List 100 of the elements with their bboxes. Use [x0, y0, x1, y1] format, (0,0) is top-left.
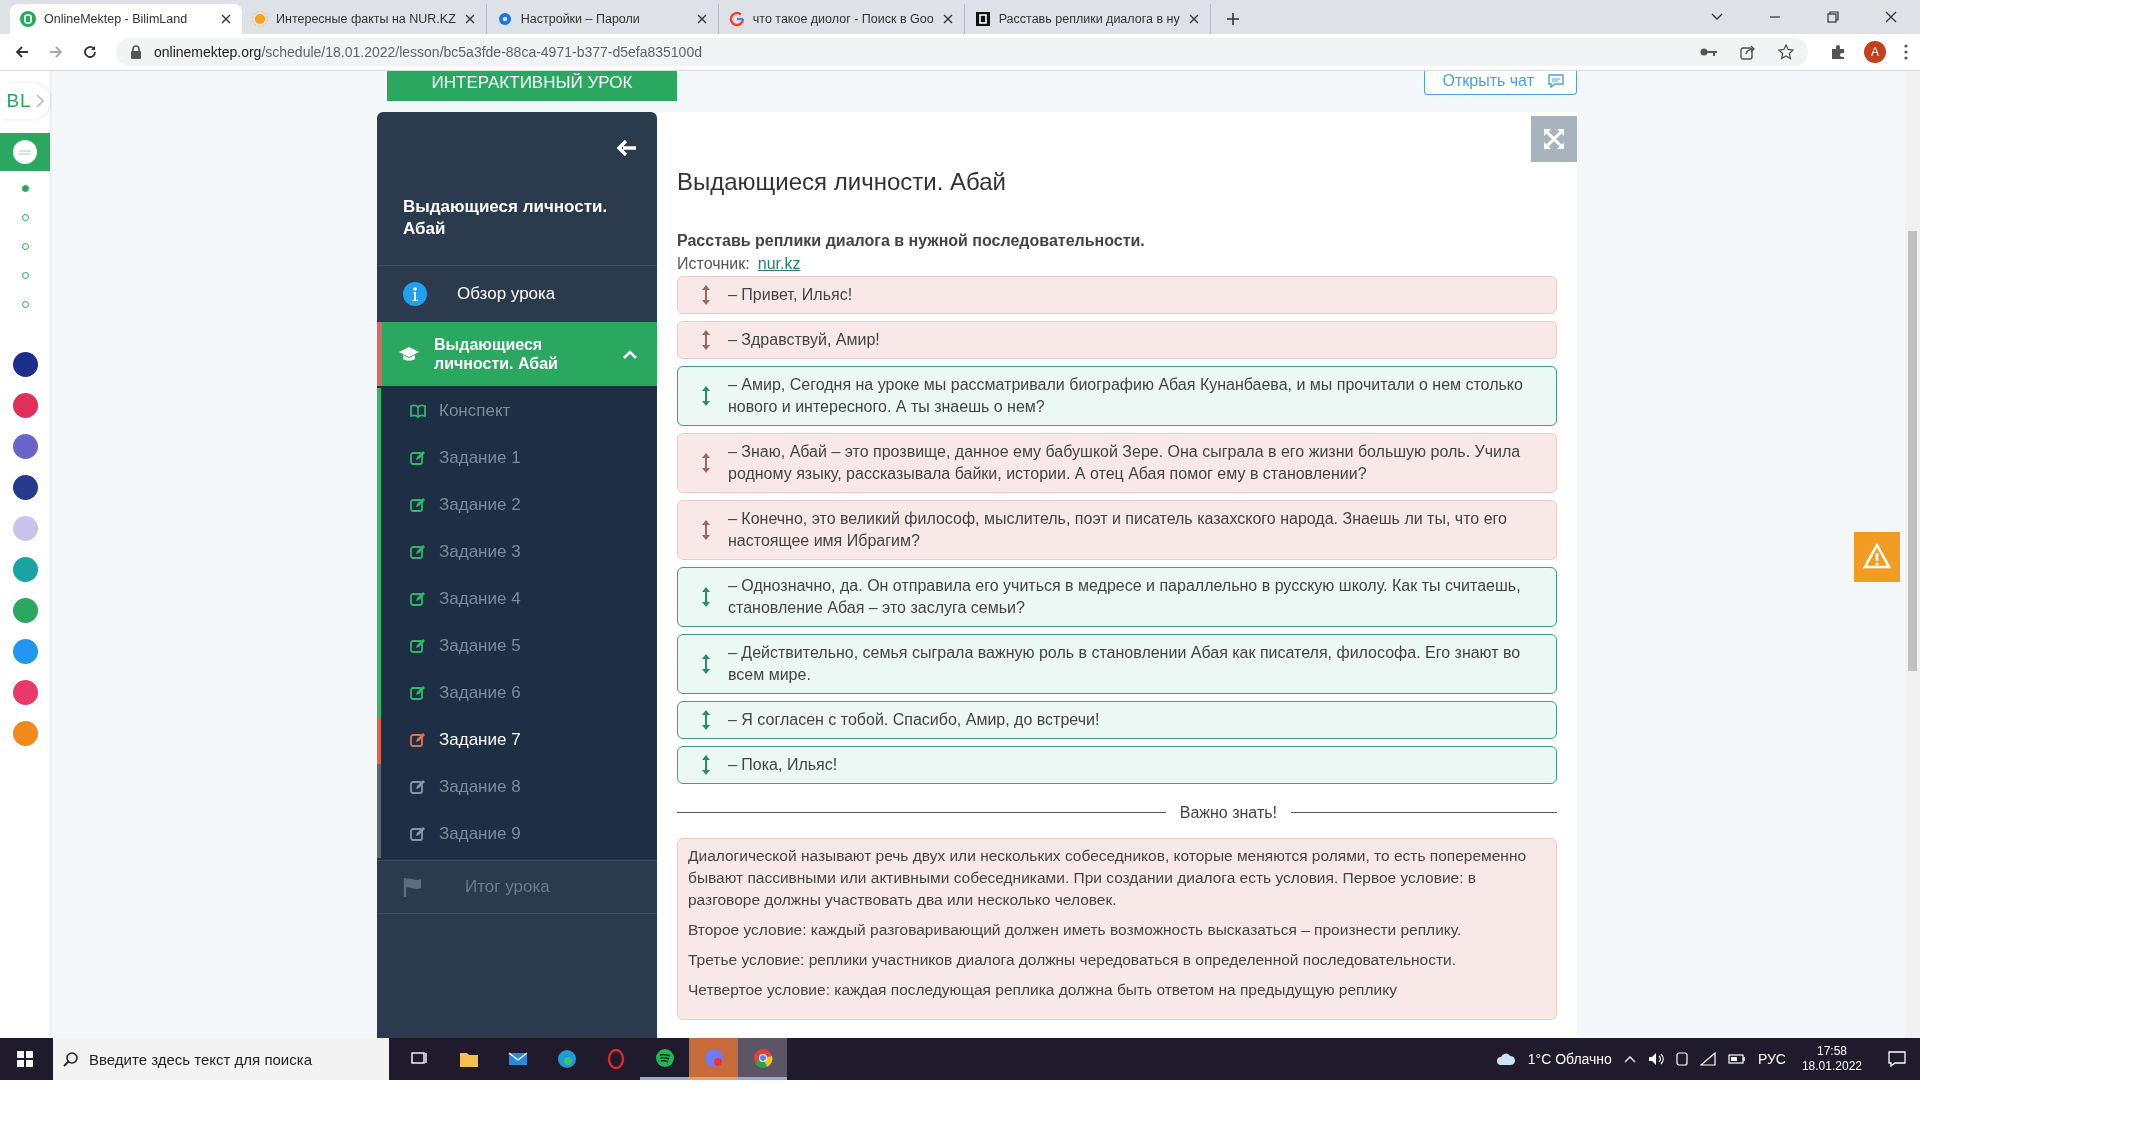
close-icon[interactable] — [1884, 10, 1898, 24]
edit-icon — [410, 685, 426, 702]
page-dot[interactable] — [21, 184, 29, 192]
tab-title: Интересные факты на NUR.KZ — [276, 12, 456, 26]
dialogue-reply[interactable]: – Действительно, семья сыграла важную роль в становлении Абая как писателя, философа. Его знают во всем мире. — [677, 633, 1557, 694]
edit-icon — [410, 638, 426, 655]
info-icon — [403, 281, 427, 306]
edit-icon — [410, 732, 426, 749]
chrome-icon — [752, 1047, 773, 1068]
divider-label: Важно знать! — [1179, 803, 1277, 822]
share-icon[interactable] — [1740, 44, 1756, 60]
app-icon[interactable] — [12, 433, 38, 459]
drag-arrows-icon — [702, 385, 710, 406]
lock-icon — [130, 45, 142, 59]
star-icon[interactable] — [1778, 44, 1794, 60]
weather-text: 1°C Облачно — [1527, 1051, 1612, 1067]
info-paragraph: Диалогической называют речь двух или нескольких собеседников, которые меняются ролями, то есть попеременно бывают пассивными или активными собеседниками. При создании диалога есть условия. Первое условие: в разговоре должны участвовать два или несколько человек. — [688, 845, 1528, 910]
chat-icon — [1548, 74, 1564, 89]
address-field[interactable]: onlinemektep.org/schedule/18.01.2022/lesson/bc5a3fde-88ca-4971-b377-d5efa835100d — [116, 38, 1808, 66]
info-paragraph: Третье условие: реплики участников диалога должны чередоваться в определенной последовательности. — [688, 949, 1457, 970]
speaker-icon[interactable] — [1647, 1052, 1664, 1066]
dialogue-reply[interactable]: – Здравствуй, Амир! — [677, 320, 1557, 359]
ring-icon — [605, 1049, 626, 1069]
close-icon[interactable] — [463, 13, 476, 25]
drag-arrows-icon — [702, 653, 710, 674]
app-icon[interactable] — [12, 351, 38, 377]
edit-icon — [410, 450, 426, 467]
scrollbar[interactable] — [1905, 70, 1920, 1038]
logo-text: BL — [6, 89, 32, 112]
device-icon[interactable] — [1675, 1052, 1688, 1066]
edit-icon — [410, 497, 426, 514]
browser-tab[interactable]: OnlineMektep - BilimLand — [10, 4, 242, 34]
google-icon — [728, 11, 745, 27]
square-icon — [974, 11, 991, 27]
drag-arrows-icon — [702, 586, 710, 607]
graduation-cap-icon — [398, 345, 420, 362]
close-icon[interactable] — [220, 13, 232, 25]
reload-icon[interactable] — [82, 44, 98, 60]
flag-icon — [403, 876, 423, 897]
dialogue-reply[interactable]: – Амир, Сегодня на уроке мы рассматривали биографию Абая Кунанбаева, и мы прочитали о нем столько нового и интересного. А ты знаешь о нем? — [677, 365, 1557, 426]
url-text: onlinemektep.org/schedule/18.01.2022/lesson/bc5a3fde-88ca-4971-b377-d5efa835100d — [154, 44, 703, 60]
edit-icon — [410, 826, 426, 843]
edit-icon — [410, 544, 426, 561]
edit-icon — [410, 591, 426, 608]
dialogue-reply[interactable]: – Пока, Ильяс! — [677, 745, 1557, 784]
profile-avatar[interactable]: A — [1864, 41, 1886, 63]
close-icon[interactable] — [695, 13, 708, 25]
tab-title: Настройки – Пароли — [520, 12, 641, 26]
tab-title: Расставь реплики диалога в ну — [998, 12, 1180, 26]
info-paragraph: Второе условие: каждый разговаривающий должен иметь возможность высказаться – произнести реплику. — [688, 919, 1463, 940]
clock-date[interactable]: 18.01.2022 — [1801, 1059, 1862, 1074]
back-arrow-icon[interactable] — [617, 139, 637, 156]
drag-arrows-icon — [702, 284, 710, 305]
close-icon[interactable] — [1187, 13, 1200, 25]
language-indicator[interactable]: РУС — [1757, 1051, 1786, 1067]
search-icon — [63, 1051, 79, 1067]
dialogue-reply[interactable]: – Привет, Ильяс! — [677, 275, 1557, 314]
taskbar-app[interactable] — [738, 1038, 787, 1080]
drag-arrows-icon — [702, 519, 710, 540]
taskbar-search-field[interactable]: Введите здесь текст для поиска — [53, 1038, 389, 1080]
drag-arrows-icon — [702, 452, 710, 473]
edit-icon — [410, 779, 426, 796]
dialogue-reply[interactable]: – Конечно, это великий философ, мыслитель, поэт и писатель казахского народа. Знаешь ли ты, что его настоящее имя Ибрагим? — [677, 499, 1557, 560]
drag-arrows-icon — [702, 709, 710, 730]
cloud-icon — [1495, 1052, 1516, 1066]
dialogue-reply[interactable]: – Знаю, Абай – это прозвище, данное ему бабушкой Зере. Она сыграла в его жизни большую роль. Учила родному языку, рассказывала байки, истории. А отец Абая помог ему в становлении? — [677, 432, 1557, 493]
tab-title: что такое диолог - Поиск в Goo — [752, 12, 934, 26]
chevron-right-icon — [35, 93, 44, 108]
chevron-up-icon — [623, 348, 637, 359]
dialogue-reply[interactable]: – Я согласен с тобой. Спасибо, Амир, до встречи! — [677, 700, 1557, 739]
settings-icon — [496, 11, 513, 27]
puzzle-icon[interactable] — [1830, 44, 1846, 60]
browser-swirl-icon — [556, 1049, 577, 1069]
clock-time[interactable]: 17:58 — [1816, 1044, 1847, 1059]
battery-icon[interactable] — [1727, 1054, 1746, 1064]
scroll-thumb[interactable] — [1908, 230, 1917, 671]
drag-arrows-icon — [702, 329, 710, 350]
sun-icon — [252, 11, 268, 27]
source-label: Источник: — [677, 253, 750, 274]
app-icon[interactable] — [12, 474, 38, 500]
circle-logo-icon — [20, 11, 36, 27]
restore-icon[interactable] — [1826, 10, 1840, 24]
lesson-heading: Выдающиеся личности. Абай — [677, 166, 1007, 197]
chevron-up-icon[interactable] — [1623, 1055, 1636, 1063]
book-icon — [410, 403, 426, 420]
windows-icon[interactable] — [17, 1051, 33, 1067]
close-icon[interactable] — [941, 13, 954, 25]
music-app-icon — [654, 1047, 675, 1068]
lesson-title: Выдающиеся личности. Абай — [403, 195, 609, 240]
plus-icon[interactable] — [1224, 11, 1241, 27]
more-icon[interactable] — [1904, 44, 1908, 60]
active-app-tile[interactable] — [0, 132, 50, 171]
source-link[interactable]: nur.kz — [757, 251, 801, 276]
key-icon[interactable] — [1700, 46, 1718, 58]
chat-app-icon — [703, 1047, 724, 1068]
overview-item[interactable]: Обзор урока — [377, 265, 657, 322]
back-icon[interactable] — [14, 44, 30, 60]
task-instruction: Расставь реплики диалога в нужной последовательности. — [677, 230, 1146, 251]
dialogue-reply[interactable]: – Однозначно, да. Он отправила его учиться в медресе и параллельно в русскую школу. Как ты считаешь, становление Абая – это заслуга семьи? — [677, 566, 1557, 627]
notifications-icon[interactable] — [1888, 1051, 1906, 1067]
